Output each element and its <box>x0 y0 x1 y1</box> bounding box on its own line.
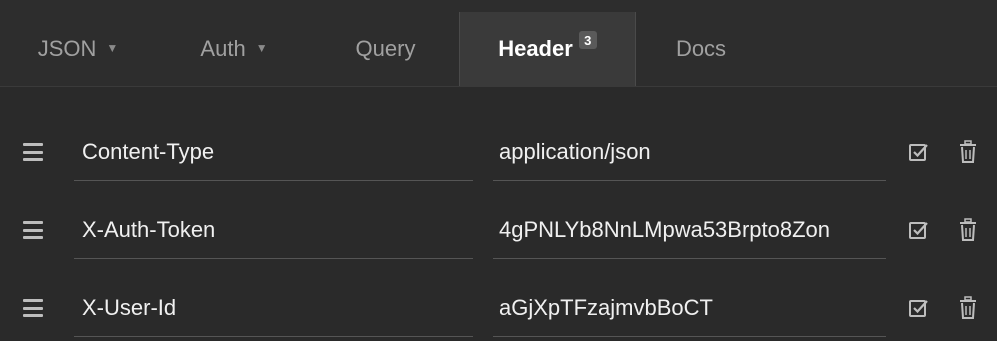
tab-query[interactable]: Query <box>312 12 459 86</box>
header-name-input[interactable]: X-User-Id <box>74 279 473 337</box>
tab-label: Docs <box>675 36 727 61</box>
header-value-input[interactable]: 4gPNLYb8NnLMpwa53Brpto8Zon <box>493 201 886 259</box>
tab-label: JSON <box>37 36 97 61</box>
trash-icon[interactable] <box>957 296 979 320</box>
header-count-badge: 3 <box>578 31 597 49</box>
checkbox-checked-icon[interactable] <box>908 297 930 319</box>
header-row: Content-Type application/json <box>0 123 997 185</box>
tab-docs[interactable]: Docs <box>636 12 766 86</box>
header-value-input[interactable]: application/json <box>493 123 886 181</box>
header-name-input[interactable]: X-Auth-Token <box>74 201 473 259</box>
header-value-input[interactable]: aGjXpTFzajmvbBoCT <box>493 279 886 337</box>
tab-label: Header <box>498 36 573 61</box>
tab-auth[interactable]: Auth ▼ <box>156 12 312 86</box>
tab-header[interactable]: Header 3 <box>459 12 636 86</box>
request-tab-bar: JSON ▼ Auth ▼ Query Header 3 Docs <box>0 0 997 87</box>
trash-icon[interactable] <box>957 140 979 164</box>
drag-handle-icon[interactable] <box>23 221 43 239</box>
tab-label: Query <box>355 36 416 61</box>
caret-down-icon: ▼ <box>255 41 268 55</box>
checkbox-checked-icon[interactable] <box>908 141 930 163</box>
drag-handle-icon[interactable] <box>23 143 43 161</box>
drag-handle-icon[interactable] <box>23 299 43 317</box>
caret-down-icon: ▼ <box>106 41 119 55</box>
tab-label: Auth <box>200 36 246 61</box>
header-name-input[interactable]: Content-Type <box>74 123 473 181</box>
tab-json[interactable]: JSON ▼ <box>0 12 156 86</box>
request-editor: JSON ▼ Auth ▼ Query Header 3 Docs Conten… <box>0 0 997 337</box>
checkbox-checked-icon[interactable] <box>908 219 930 241</box>
header-row: X-User-Id aGjXpTFzajmvbBoCT <box>0 279 997 341</box>
trash-icon[interactable] <box>957 218 979 242</box>
header-row: X-Auth-Token 4gPNLYb8NnLMpwa53Brpto8Zon <box>0 201 997 263</box>
